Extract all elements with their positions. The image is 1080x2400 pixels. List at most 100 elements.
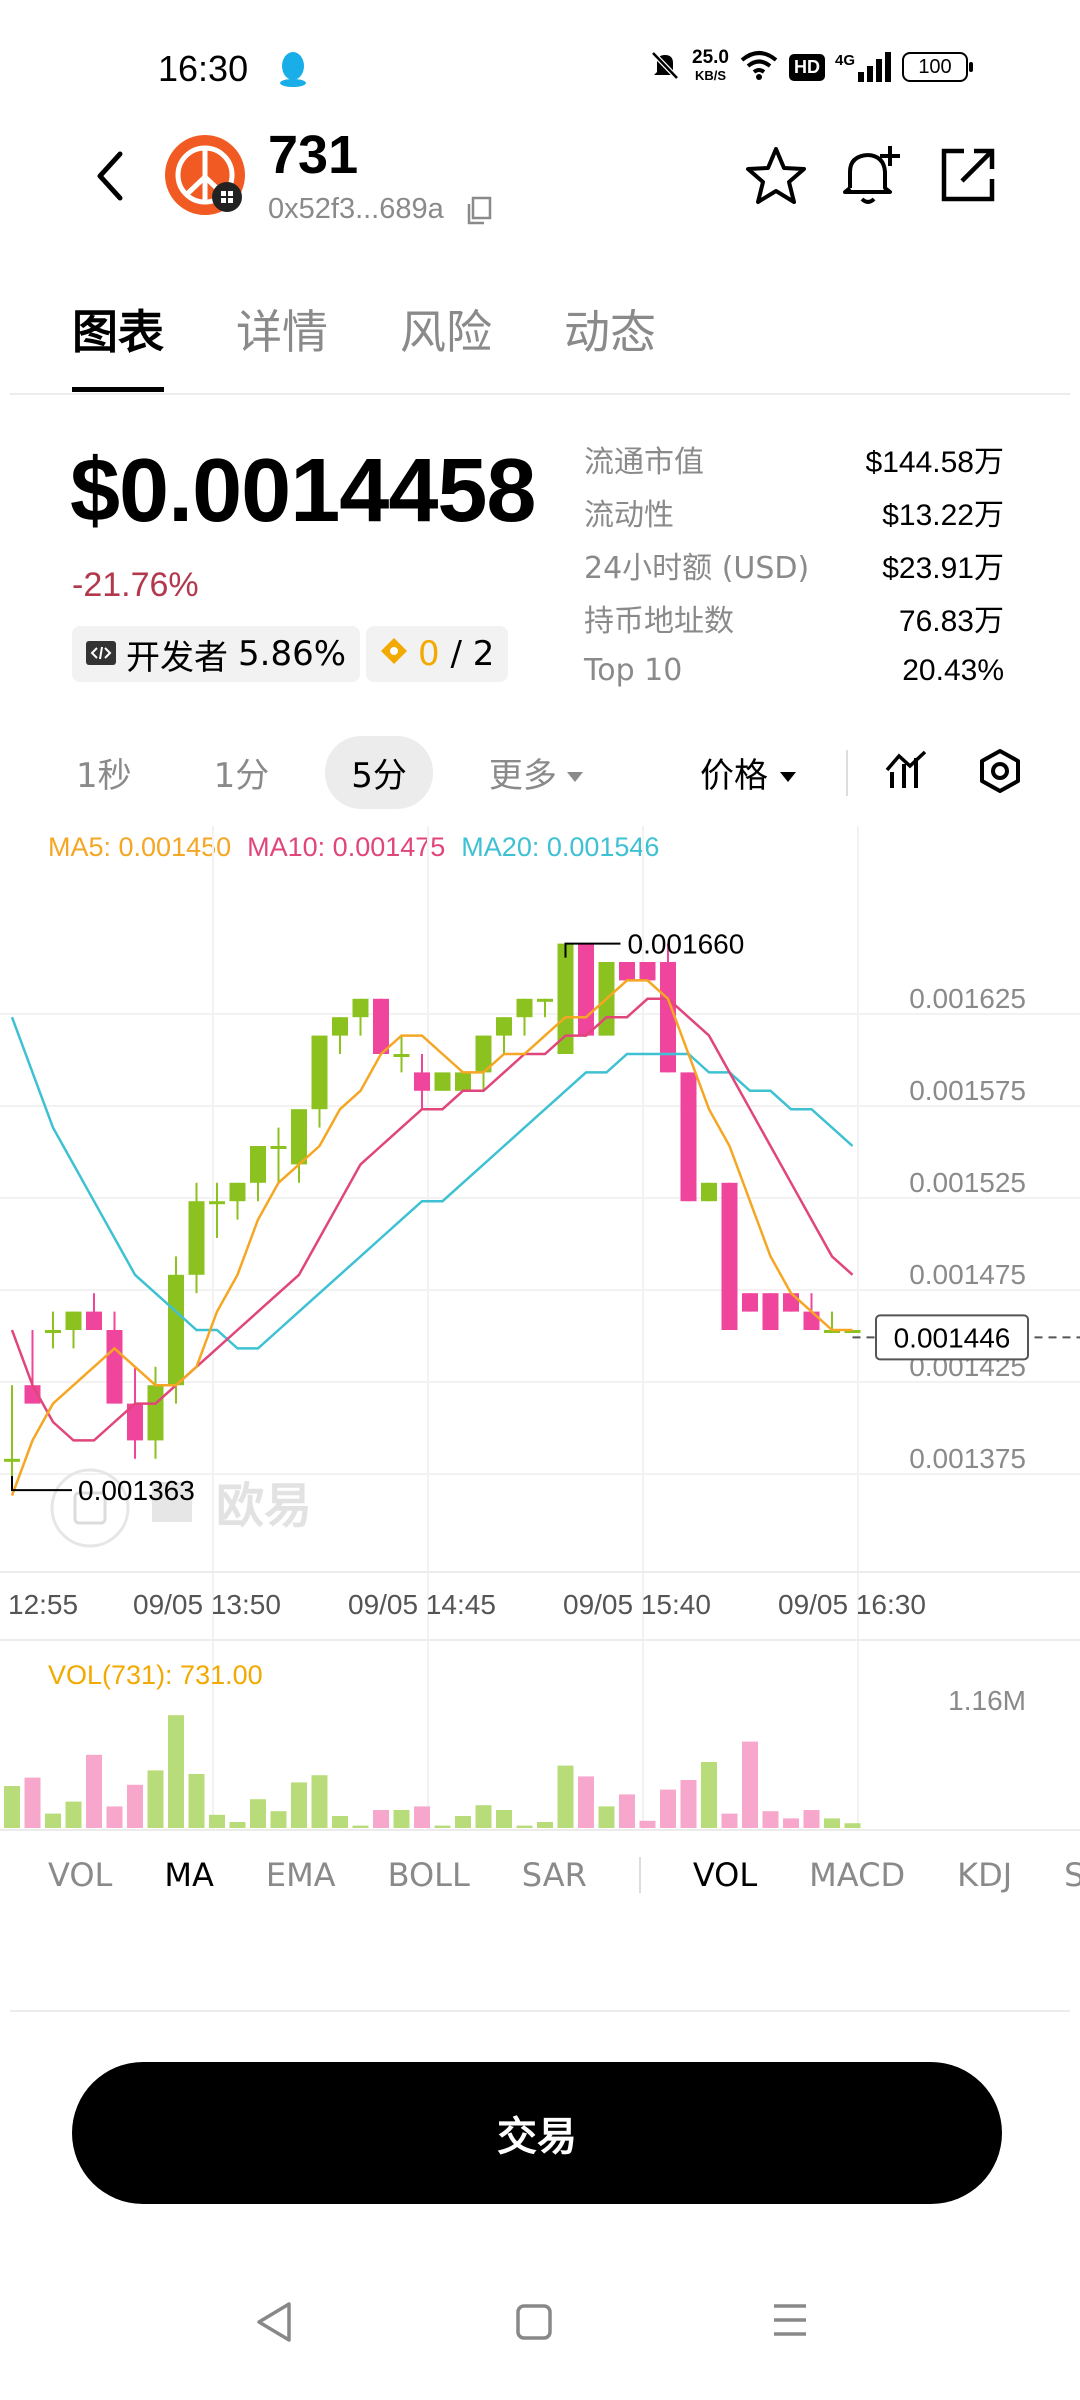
candle-body: [168, 1274, 184, 1386]
stat-row-market-cap: 流通市值 $144.58万: [584, 444, 1004, 480]
holder-tag-total: / 2: [450, 634, 495, 674]
copy-icon[interactable]: [465, 196, 493, 230]
interval-5m[interactable]: 5分: [325, 736, 433, 809]
interval-more-button[interactable]: 更多: [463, 736, 611, 809]
candle-body: [188, 1201, 205, 1275]
developer-holding-chip[interactable]: 开发者 5.86%: [72, 626, 361, 682]
nav-back-icon[interactable]: [255, 2300, 295, 2348]
chart-settings-icon[interactable]: [977, 748, 1023, 798]
interval-selector: 1秒 1分 5分 更多: [50, 736, 611, 809]
price-change: -21.76%: [72, 566, 199, 604]
volume-bar: [537, 1822, 553, 1828]
x-tick-label: 09/05 14:45: [348, 1589, 496, 1620]
token-logo: [165, 135, 245, 215]
developer-label: 开发者: [126, 637, 228, 678]
candle-body: [311, 1035, 328, 1110]
sub-indicator-tab-vol[interactable]: VOL: [693, 1856, 757, 1894]
volume-bar: [4, 1786, 20, 1828]
price-chart[interactable]: 0.0016250.0015750.0015250.0014750.001425…: [0, 826, 1080, 1886]
back-button[interactable]: [86, 146, 136, 206]
candle-body: [147, 1385, 164, 1441]
stat-row-24h-volume: 24小时额 (USD) $23.91万: [584, 550, 1004, 586]
candle-body: [393, 1054, 410, 1057]
volume-bar: [332, 1816, 348, 1828]
stat-row-holders: 持币地址数 76.83万: [584, 603, 1004, 639]
candle-body: [455, 1072, 471, 1091]
volume-bar: [188, 1774, 205, 1828]
toolbar-separator: [846, 750, 848, 796]
candle-body: [65, 1311, 82, 1330]
indicator-tab-boll[interactable]: BOLL: [388, 1856, 470, 1894]
tab-chart[interactable]: 图表: [72, 296, 164, 392]
volume-bar: [229, 1822, 246, 1828]
candle-body: [209, 1201, 225, 1205]
indicator-separator: [638, 1857, 641, 1893]
detail-tabs: 图表 详情 风险 动态: [72, 296, 656, 392]
indicator-tab-sar[interactable]: SAR: [522, 1856, 587, 1894]
volume-bar: [250, 1799, 266, 1828]
share-button[interactable]: [938, 145, 998, 209]
candle-body: [4, 1458, 20, 1462]
indicator-tab-vol[interactable]: VOL: [48, 1856, 112, 1894]
diamond-icon: [380, 634, 408, 674]
nav-recents-icon[interactable]: [770, 2300, 810, 2344]
developer-value: 5.86%: [238, 634, 347, 674]
volume-bar: [680, 1780, 697, 1828]
volume-bar: [660, 1789, 676, 1828]
stat-row-liquidity: 流动性 $13.22万: [584, 497, 1004, 533]
candle-body: [496, 1017, 512, 1036]
volume-bar: [434, 1825, 451, 1828]
qq-notification-icon: [278, 50, 308, 92]
candle-body: [721, 1182, 738, 1330]
volume-bar: [86, 1754, 102, 1828]
watermark-text: 欧易: [216, 1478, 312, 1534]
tab-risk[interactable]: 风险: [400, 296, 492, 392]
y-tick-label: 0.001375: [909, 1443, 1026, 1474]
volume-bar: [557, 1765, 574, 1828]
volume-bar: [127, 1784, 143, 1828]
indicator-chart-icon[interactable]: [884, 748, 928, 796]
indicator-tab-ma[interactable]: MA: [164, 1856, 214, 1894]
candle-body: [578, 943, 594, 1036]
interval-1m[interactable]: 1分: [188, 736, 296, 809]
volume-bar: [24, 1777, 41, 1828]
nav-home-icon[interactable]: [514, 2302, 554, 2346]
tab-activity[interactable]: 动态: [564, 296, 656, 392]
y-tick-label: 0.001525: [909, 1167, 1026, 1198]
stat-row-top10: Top 10 20.43%: [584, 653, 1004, 688]
favorite-star-button[interactable]: [744, 145, 808, 211]
volume-bar: [291, 1782, 307, 1828]
y-tick-label: 0.001475: [909, 1259, 1026, 1290]
y-tick-label: 0.001625: [909, 983, 1026, 1014]
volume-bar: [496, 1810, 512, 1828]
volume-bar: [270, 1811, 287, 1828]
sub-indicator-tab-kdj[interactable]: KDJ: [957, 1856, 1012, 1894]
volume-bar: [824, 1818, 840, 1828]
candle-body: [373, 998, 389, 1054]
caret-down-icon: [778, 753, 798, 793]
y-tick-label: 0.001575: [909, 1075, 1026, 1106]
sub-indicator-tab-more[interactable]: S: [1064, 1856, 1080, 1894]
candle-body: [45, 1330, 61, 1333]
volume-bar: [844, 1823, 861, 1828]
x-tick-label: 09/05 15:40: [563, 1589, 711, 1620]
candle-body: [639, 962, 656, 981]
volume-bar: [742, 1741, 758, 1828]
candle-body: [762, 1293, 779, 1330]
trade-button[interactable]: 交易: [72, 2062, 1002, 2204]
tab-details[interactable]: 详情: [236, 296, 328, 392]
candle-body: [229, 1182, 246, 1202]
volume-bar: [352, 1825, 369, 1828]
sub-indicator-tab-macd[interactable]: MACD: [809, 1856, 905, 1894]
holder-tags-chip[interactable]: 0 / 2: [366, 626, 509, 682]
interval-1s[interactable]: 1秒: [50, 736, 158, 809]
candle-body: [106, 1330, 123, 1404]
candle-body: [619, 962, 635, 981]
tabs-divider: [10, 393, 1070, 395]
price-alert-bell-button[interactable]: [838, 142, 904, 212]
indicator-tab-ema[interactable]: EMA: [266, 1856, 336, 1894]
code-icon: [86, 634, 116, 674]
high-price-label: 0.001660: [628, 929, 745, 960]
candle-body: [414, 1072, 430, 1091]
price-type-dropdown[interactable]: 价格: [700, 748, 798, 797]
